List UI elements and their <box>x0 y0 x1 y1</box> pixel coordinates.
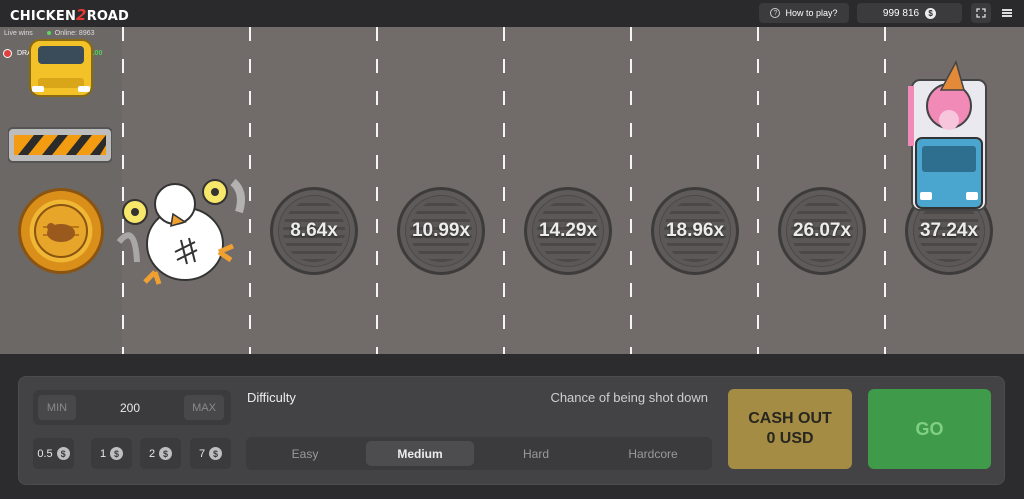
cash-out-label: CASH OUT <box>748 410 832 427</box>
menu-button[interactable] <box>997 3 1017 23</box>
multiplier-value: 14.29x <box>538 220 598 241</box>
multiplier-value: 8.64x <box>290 220 338 241</box>
multiplier-value: 26.07x <box>792 220 852 241</box>
multiplier-value: 10.99x <box>411 220 471 241</box>
coin-icon: $ <box>110 447 124 460</box>
fullscreen-button[interactable] <box>971 3 991 23</box>
fullscreen-icon <box>976 8 986 18</box>
coin-icon: $ <box>209 447 223 460</box>
game-logo: CHICKEN2ROAD <box>10 6 129 24</box>
start-coin <box>18 188 104 274</box>
difficulty-hard[interactable]: Hard <box>482 441 590 466</box>
lane-divider <box>757 27 759 354</box>
bet-min-button[interactable]: MIN <box>38 395 76 420</box>
multiplier-value: 18.96x <box>665 220 725 241</box>
how-to-play-label: How to play? <box>785 8 838 18</box>
bet-max-button[interactable]: MAX <box>184 395 224 420</box>
chance-label: Chance of being shot down <box>550 390 708 405</box>
balance-display: 999 816 $ <box>857 3 962 23</box>
logo-text-left: CHICKEN <box>10 9 77 24</box>
online-count: Online: 8963 <box>46 30 95 37</box>
difficulty-hardcore[interactable]: Hardcore <box>598 441 708 466</box>
go-button[interactable]: GO <box>868 389 991 469</box>
chip-value: 1 <box>99 447 107 460</box>
lane-divider <box>376 27 378 354</box>
difficulty-easy[interactable]: Easy <box>251 441 359 466</box>
avatar <box>3 48 12 58</box>
live-stats: Live wins Online: 8963 <box>4 30 95 37</box>
menu-icon <box>1002 8 1012 19</box>
bet-chip[interactable]: 0.5 $ <box>33 438 74 469</box>
lane-divider <box>884 27 886 354</box>
bet-chip[interactable]: 2 $ <box>140 438 181 469</box>
coin-icon: $ <box>159 447 173 460</box>
lane-divider <box>630 27 632 354</box>
barrier-icon <box>8 127 112 163</box>
balance-value: 999 816 <box>882 7 920 19</box>
lane-divider <box>503 27 505 354</box>
difficulty-label: Difficulty <box>247 390 296 405</box>
bet-amount-input[interactable]: 200 <box>80 395 180 420</box>
coin-roast-icon <box>34 204 88 258</box>
multiplier-tile[interactable]: 26.07x <box>778 187 866 275</box>
cash-out-amount: 0 USD <box>766 430 814 447</box>
logo-text-right: ROAD <box>86 9 130 24</box>
game-root: CHICKEN2ROAD ? How to play? 999 816 $ Li… <box>0 0 1024 499</box>
top-bar: CHICKEN2ROAD ? How to play? 999 816 $ <box>0 0 1024 27</box>
bet-chip[interactable]: 1 $ <box>91 438 132 469</box>
question-icon: ? <box>770 8 781 18</box>
car-icon <box>29 39 93 97</box>
how-to-play-button[interactable]: ? How to play? <box>759 3 849 23</box>
chip-value: 2 <box>148 447 156 460</box>
multiplier-tile[interactable]: 8.64x <box>270 187 358 275</box>
chicken-icon <box>116 178 245 285</box>
bet-chip[interactable]: 7 $ <box>190 438 231 469</box>
live-wins-label: Live wins <box>4 30 33 37</box>
chip-value: 7 <box>198 447 206 460</box>
coin-icon: $ <box>56 447 70 460</box>
logo-text-mid: 2 <box>76 6 87 24</box>
multiplier-tile[interactable]: 18.96x <box>651 187 739 275</box>
multiplier-tile[interactable]: 14.29x <box>524 187 612 275</box>
truck-icon <box>908 60 987 211</box>
multiplier-value: 37.24x <box>919 220 979 241</box>
multiplier-tile[interactable]: 10.99x <box>397 187 485 275</box>
coin-icon: $ <box>925 7 937 19</box>
difficulty-medium[interactable]: Medium <box>366 441 474 466</box>
chip-value: 0.5 <box>37 447 53 460</box>
cash-out-button[interactable]: CASH OUT 0 USD <box>728 389 852 469</box>
